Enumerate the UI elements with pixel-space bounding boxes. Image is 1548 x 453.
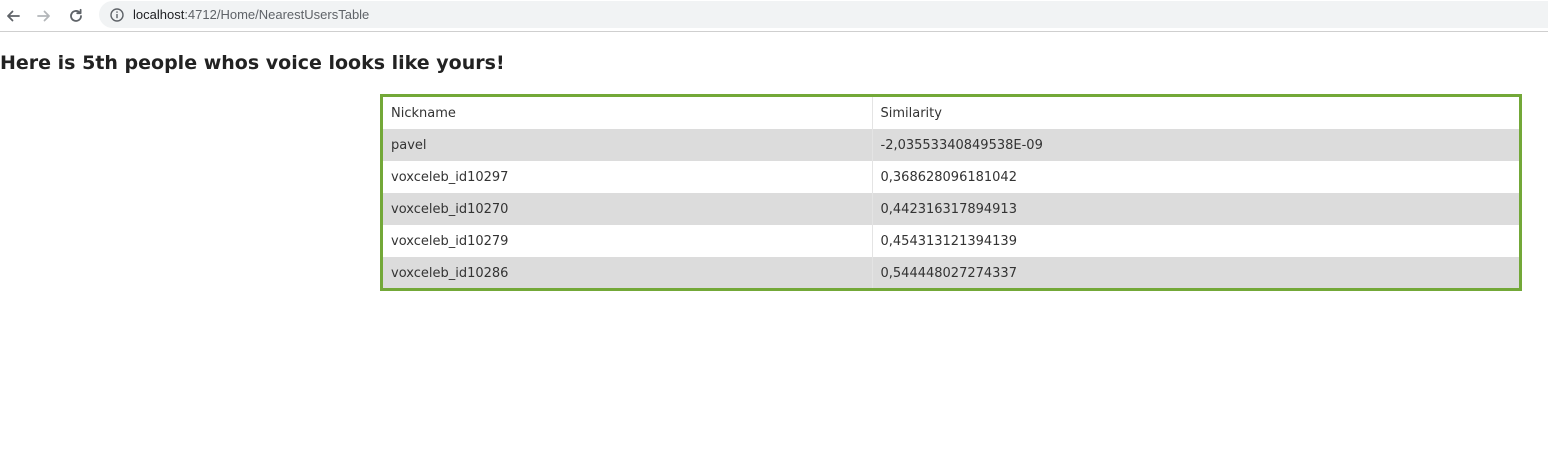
url-path: :4712/Home/NearestUsersTable bbox=[184, 7, 370, 22]
similarity-cell: 0,544448027274337 bbox=[872, 257, 1519, 288]
nickname-cell: voxceleb_id10297 bbox=[383, 161, 873, 193]
table-row: pavel -2,03553340849538E-09 bbox=[383, 129, 1519, 161]
info-icon[interactable] bbox=[109, 7, 125, 23]
similarity-cell: 0,442316317894913 bbox=[872, 193, 1519, 225]
nickname-cell: voxceleb_id10279 bbox=[383, 225, 873, 257]
page-title: Here is 5th people whos voice looks like… bbox=[0, 52, 505, 74]
browser-toolbar: localhost:4712/Home/NearestUsersTable bbox=[0, 0, 1548, 32]
back-button[interactable] bbox=[2, 5, 24, 27]
nickname-cell: pavel bbox=[383, 129, 873, 161]
back-arrow-icon bbox=[7, 10, 20, 22]
similarity-cell: -2,03553340849538E-09 bbox=[872, 129, 1519, 161]
reload-icon bbox=[70, 8, 82, 22]
reload-button[interactable] bbox=[65, 5, 87, 27]
table-row: voxceleb_id10286 0,544448027274337 bbox=[383, 257, 1519, 288]
url-text[interactable]: localhost:4712/Home/NearestUsersTable bbox=[133, 7, 369, 22]
similarity-cell: 0,368628096181042 bbox=[872, 161, 1519, 193]
header-similarity: Similarity bbox=[872, 97, 1519, 129]
address-bar[interactable]: localhost:4712/Home/NearestUsersTable bbox=[99, 1, 1548, 28]
table-row: voxceleb_id10270 0,442316317894913 bbox=[383, 193, 1519, 225]
nearest-users-table: Nickname Similarity pavel -2,03553340849… bbox=[383, 97, 1519, 288]
nickname-cell: voxceleb_id10270 bbox=[383, 193, 873, 225]
forward-button[interactable] bbox=[33, 5, 55, 27]
nearest-users-table-container: Nickname Similarity pavel -2,03553340849… bbox=[380, 94, 1522, 291]
table-header-row: Nickname Similarity bbox=[383, 97, 1519, 129]
table-row: voxceleb_id10297 0,368628096181042 bbox=[383, 161, 1519, 193]
forward-arrow-icon bbox=[37, 10, 50, 22]
url-host: localhost bbox=[133, 7, 185, 22]
similarity-cell: 0,454313121394139 bbox=[872, 225, 1519, 257]
table-row: voxceleb_id10279 0,454313121394139 bbox=[383, 225, 1519, 257]
nickname-cell: voxceleb_id10286 bbox=[383, 257, 873, 288]
header-nickname: Nickname bbox=[383, 97, 873, 129]
